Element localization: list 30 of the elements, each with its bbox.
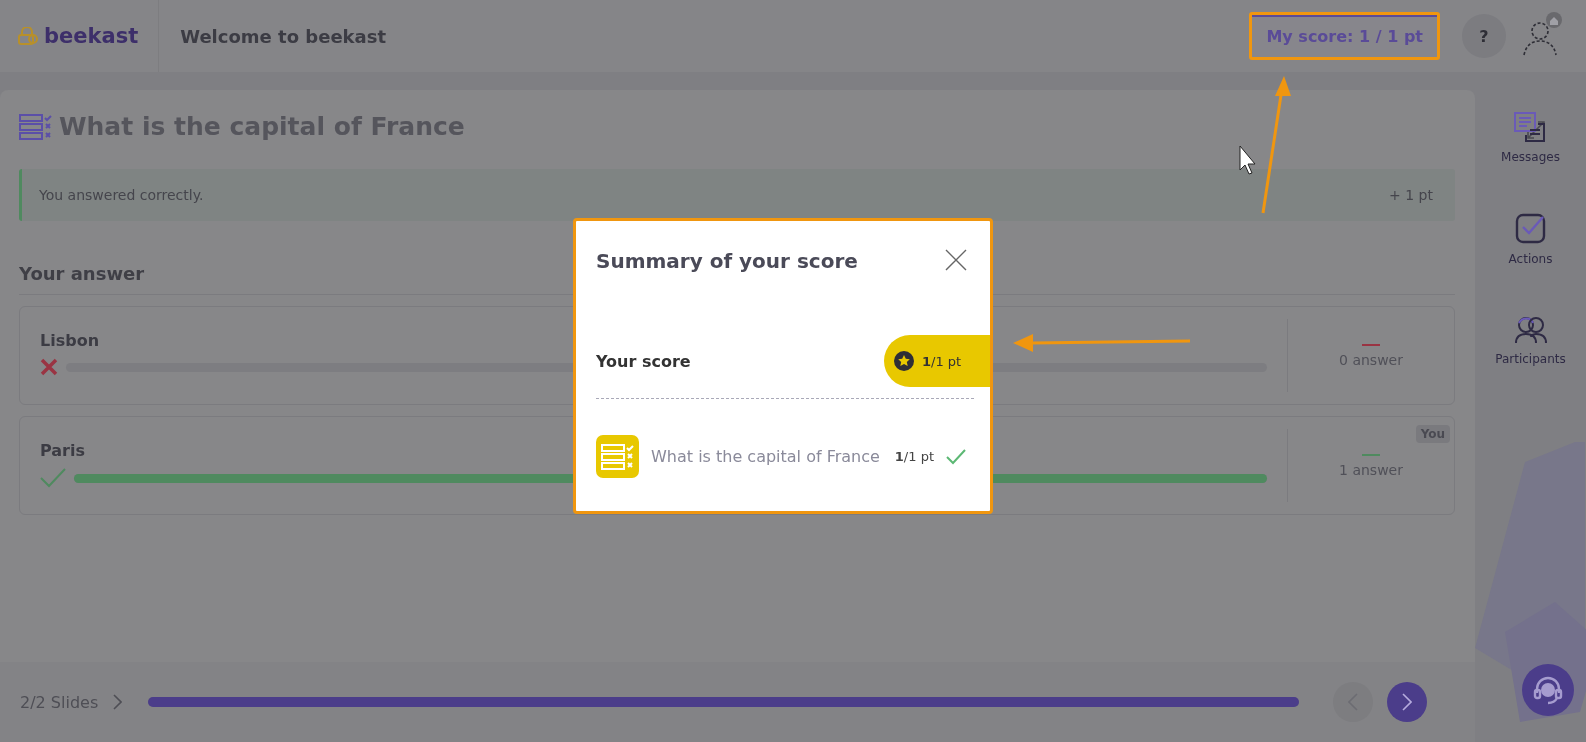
- page-title: Welcome to beekast: [180, 25, 388, 47]
- documents-icon: [1514, 112, 1547, 142]
- checkbox-icon: [1514, 212, 1547, 244]
- score-button[interactable]: My score: 1 / 1 pt: [1249, 12, 1440, 60]
- sidebar-item[interactable]: Messages: [1501, 112, 1560, 164]
- feedback-message: You answered correctly.: [39, 187, 204, 203]
- cursor-icon: [1239, 145, 1256, 175]
- logo-icon: [18, 27, 38, 45]
- quiz-icon: [19, 112, 53, 141]
- quiz-glyph-icon: [600, 442, 635, 471]
- logo-text: beekast: [44, 24, 139, 48]
- sidebar-item[interactable]: Participants: [1495, 314, 1566, 366]
- feedback-points: + 1 pt: [1389, 187, 1433, 203]
- answer-label: Lisbon: [40, 331, 100, 350]
- chevron-right-icon: [1402, 693, 1412, 711]
- question-points: 1/1 pt: [894, 449, 934, 464]
- next-button[interactable]: [1387, 682, 1427, 722]
- question-name: What is the capital of France: [651, 447, 881, 466]
- score-label: Your score: [596, 351, 691, 371]
- chevron-right-icon[interactable]: [112, 694, 123, 710]
- dash-icon: [1362, 343, 1380, 346]
- expand-icon[interactable]: [1526, 120, 1546, 140]
- score-value: 1/1 pt: [922, 353, 962, 369]
- answer-label: Paris: [40, 441, 85, 460]
- close-button[interactable]: [944, 249, 968, 273]
- sidebar-item[interactable]: Actions: [1508, 212, 1553, 266]
- headset-icon: [1533, 675, 1563, 705]
- dash-icon: [1362, 453, 1380, 456]
- people-icon: [1514, 314, 1547, 344]
- help-button[interactable]: ?: [1462, 14, 1506, 58]
